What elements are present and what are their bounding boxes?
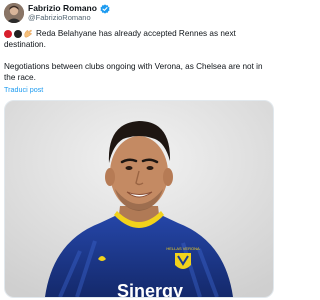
post-text-line-2: destination. xyxy=(4,40,46,49)
translate-post-link[interactable]: Traduci post xyxy=(4,85,43,95)
post-text-line-4: the race. xyxy=(4,73,36,82)
tweet-card: Fabrizio Romano @FabrizioRomano Reda Bel… xyxy=(0,0,277,300)
post-text: Reda Belahyane has already accepted Renn… xyxy=(36,29,236,38)
pinching-hand-icon xyxy=(23,29,33,38)
post-text-line-3: Negotiations between clubs ongoing with … xyxy=(4,62,263,71)
verified-badge-icon xyxy=(100,3,110,14)
post-media-image[interactable]: HELLAS VERONA Sinergy xyxy=(4,100,274,298)
jersey-sponsor-text: Sinergy xyxy=(117,281,183,297)
author-avatar[interactable] xyxy=(4,3,24,23)
post-text-line-1: Reda Belahyane has already accepted Renn… xyxy=(4,28,270,39)
author-handle[interactable]: @FabrizioRomano xyxy=(28,13,91,23)
red-circle-icon xyxy=(4,29,12,38)
club-name-text: HELLAS VERONA xyxy=(166,246,200,251)
black-circle-icon xyxy=(13,29,22,38)
